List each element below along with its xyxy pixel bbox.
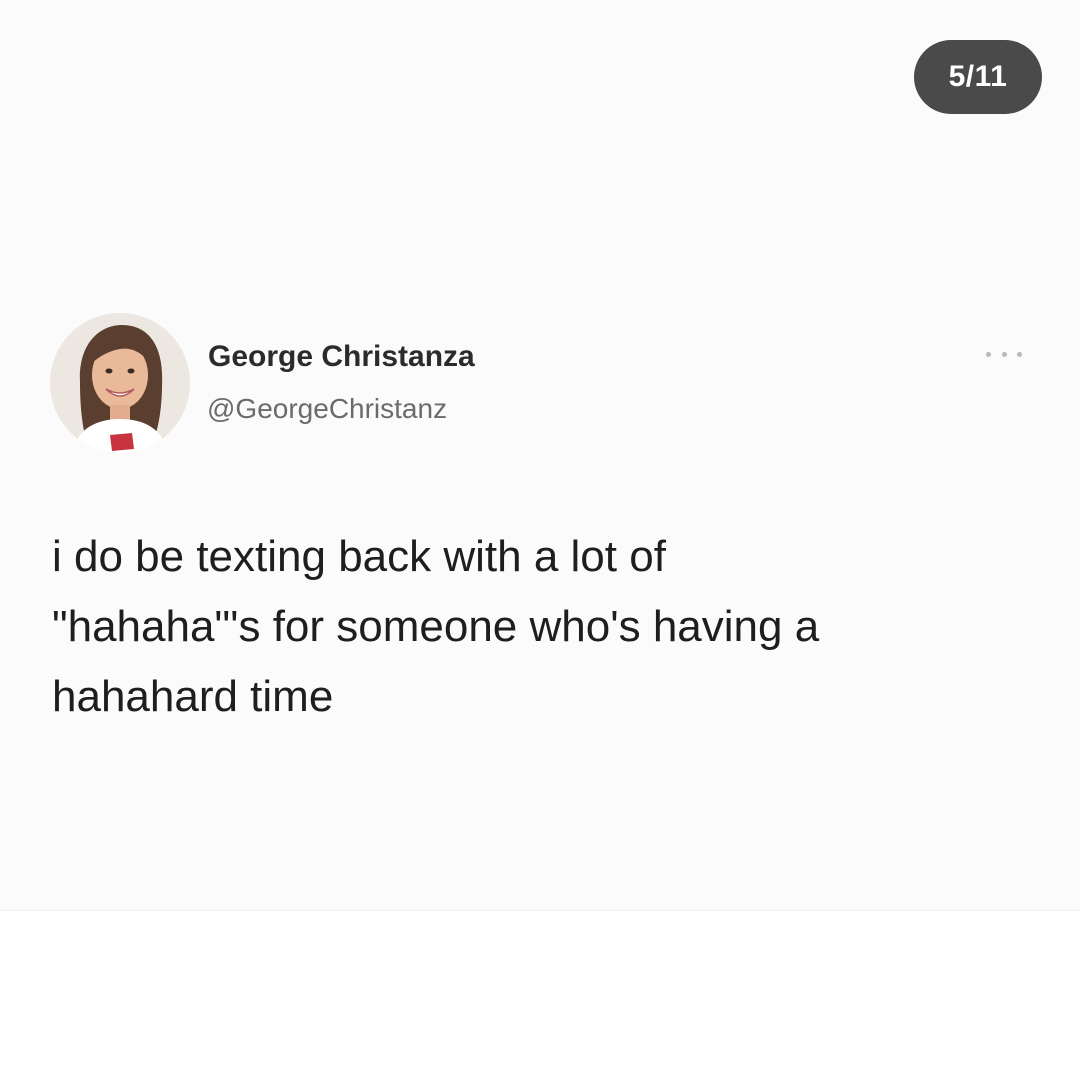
avatar[interactable] [50,313,190,453]
more-options-icon[interactable] [986,346,1022,362]
tweet-text: i do be texting back with a lot of "haha… [52,522,1042,732]
dot [986,351,991,357]
post-viewer: George Christanza @GeorgeChristanz i do … [0,0,1080,1072]
page-counter-badge: 5/11 [914,40,1042,114]
tweet-text-line: "hahaha"'s for someone who's having a [52,602,820,651]
profile-photo-icon [50,313,190,453]
tweet-text-line: i do be texting back with a lot of [52,532,666,581]
dot [1017,351,1022,357]
dot [1001,351,1007,357]
tweet-text-line: hahahard time [52,672,334,721]
display-name[interactable]: George Christanza [208,340,475,374]
user-handle[interactable]: @GeorgeChristanz [207,393,447,425]
tweet-screenshot: George Christanza @GeorgeChristanz i do … [0,0,1080,911]
